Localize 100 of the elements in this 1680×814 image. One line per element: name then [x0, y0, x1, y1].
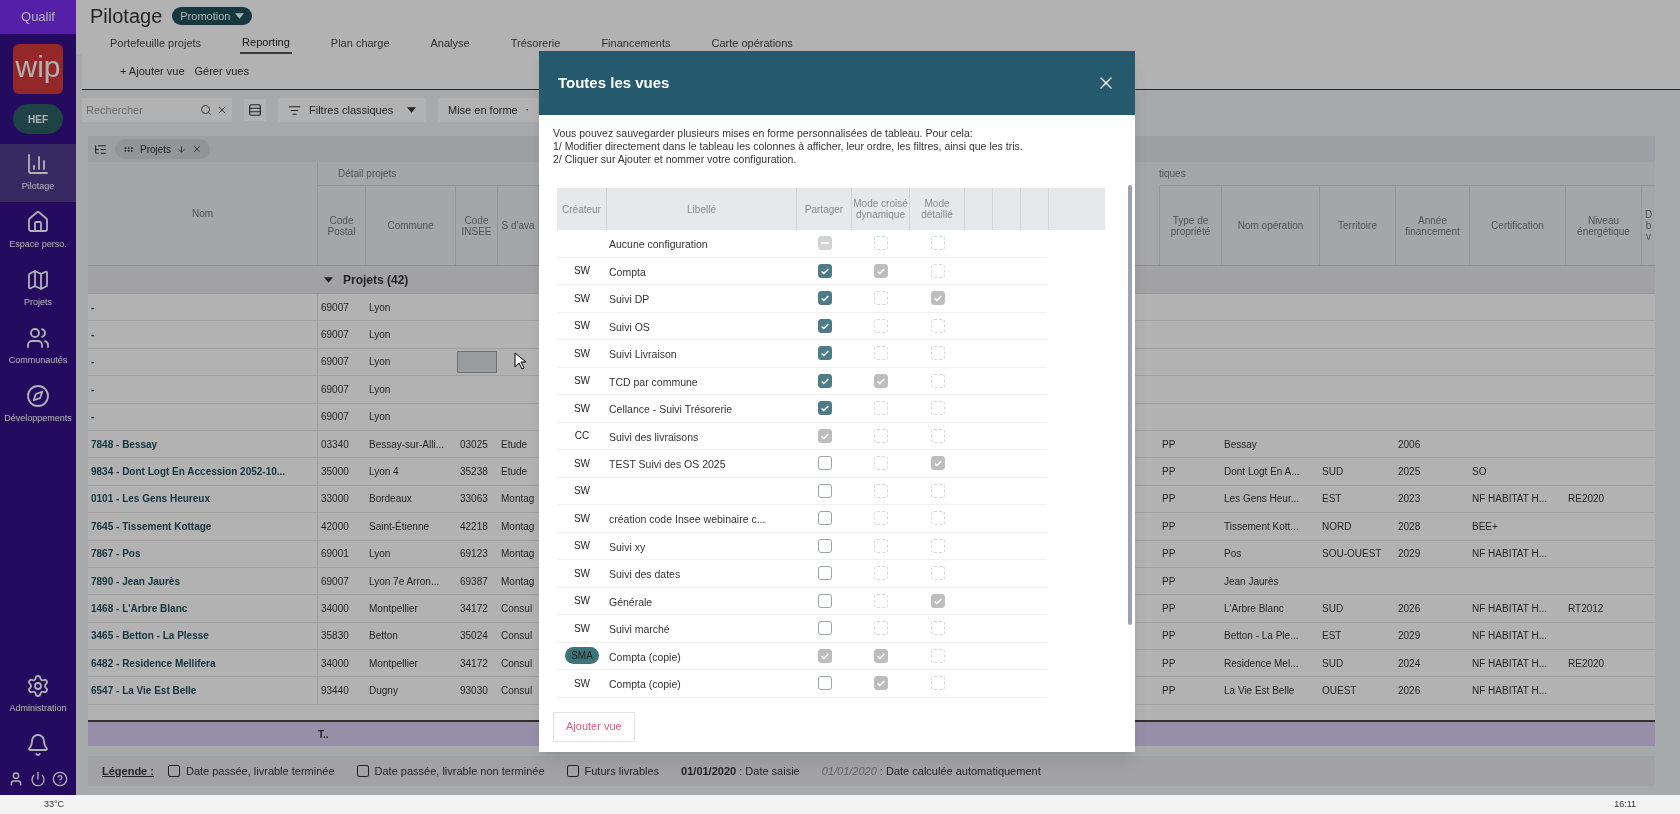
table-cell-text: 2025	[1398, 465, 1421, 480]
table-cell-text: 2028	[1398, 519, 1421, 534]
table-cell-text: NF HABITAT H...	[1472, 629, 1547, 644]
creator-initials: SW	[572, 621, 592, 636]
table-cell-text: 35024	[459, 629, 489, 644]
table-cell-text: 69007	[321, 300, 349, 315]
legend-label: Futurs livrables	[584, 763, 660, 779]
group-label: Projets (42)	[343, 271, 409, 289]
table-cell-text: Consul	[501, 629, 533, 644]
table-cell-text: PP	[1162, 574, 1176, 589]
table-cell-text: 69001	[321, 547, 349, 562]
table-cell-text: Etude	[501, 437, 528, 452]
weather-temperature: 33°C	[44, 797, 65, 811]
table-cell-text: PP	[1162, 519, 1176, 534]
table-cell-text: Jean Jaurès	[1224, 574, 1279, 589]
table-cell-text: 7848 - Bessay	[91, 437, 158, 452]
table-cell-text: 2029	[1398, 629, 1421, 644]
table-cell-text: Bordeaux	[369, 492, 412, 507]
table-cell-text: Les Gens Heur...	[1224, 492, 1300, 507]
table-cell-text: NORD	[1322, 519, 1352, 534]
table-cell-text: 0101 - Les Gens Heureux	[91, 492, 210, 507]
table-cell-text: SUD	[1322, 656, 1344, 671]
table-cell-text: -	[91, 355, 95, 370]
table-cell-text: RT2012	[1568, 602, 1604, 616]
table-cell-text: Montag	[501, 492, 535, 507]
legend-label: 01/01/2020 : Date saisie	[681, 763, 800, 779]
creator-initials: SW	[572, 511, 592, 526]
table-cell-text: Lyon	[369, 547, 391, 562]
table-cell-text: 93030	[459, 684, 489, 699]
table-cell-text: RE2020	[1568, 656, 1605, 671]
creator-initials: SMA	[565, 647, 599, 665]
table-cell-text: Lyon	[369, 382, 391, 397]
creator-initials: SW	[572, 319, 592, 334]
creator-initials: SW	[572, 594, 592, 609]
creator-initials: SW	[572, 676, 592, 691]
taskbar-clock: 16:11	[1614, 797, 1636, 811]
table-cell-text: PP	[1162, 684, 1176, 699]
table-cell-text: PP	[1162, 492, 1176, 507]
table-cell-text: 69007	[321, 382, 349, 397]
table-cell-text: Lyon 4	[369, 465, 399, 480]
table-cell-text: 2029	[1398, 547, 1421, 562]
dialog-title: Toutes les vues	[558, 72, 670, 93]
table-cell-text: 69007	[321, 355, 349, 370]
table-cell-text: PP	[1162, 465, 1176, 480]
table-cell-text: -	[91, 300, 95, 315]
table-cell-text: Etude	[501, 465, 528, 480]
table-cell-text: Consul	[501, 602, 533, 616]
table-cell-text: RE2020	[1568, 492, 1605, 507]
environment-label: Qualif	[0, 0, 76, 34]
table-cell-text: Betton - La Ple...	[1224, 629, 1299, 644]
legend-label: Date passée, livrable terminée	[185, 763, 335, 779]
table-cell-text: 42000	[321, 519, 349, 534]
table-cell-text: SO	[1472, 465, 1487, 480]
creator-initials: CC	[573, 429, 591, 444]
table-cell-text: 33063	[459, 492, 489, 507]
table-cell-text: PP	[1162, 547, 1176, 562]
table-cell-text: 2006	[1398, 437, 1421, 452]
table-cell-text: Dont Logt En A...	[1224, 465, 1300, 480]
table-cell-text: NF HABITAT H...	[1472, 684, 1547, 699]
table-cell-text: 7867 - Pos	[91, 547, 141, 562]
creator-initials: SW	[572, 346, 592, 361]
table-cell-text: Tissement Kott...	[1224, 519, 1299, 534]
table-cell-text: Montpellier	[369, 602, 418, 616]
table-cell-text: 69123	[459, 547, 489, 562]
creator-initials: SW	[572, 401, 592, 416]
table-cell-text: BEE+	[1472, 519, 1498, 534]
creator-initials: SW	[572, 264, 592, 279]
table-cell-text: Montag	[501, 574, 535, 589]
table-cell-text: SOU-OUEST	[1322, 547, 1382, 562]
table-cell-text: 35238	[459, 465, 489, 480]
table-cell-text: Betton	[369, 629, 398, 644]
table-cell-text: 1468 - L'Arbre Blanc	[91, 602, 188, 616]
table-cell-text: PP	[1162, 656, 1176, 671]
table-cell-text: 34000	[321, 656, 349, 671]
table-cell-text: Lyon 7e Arron...	[369, 574, 440, 589]
table-cell-text: -	[91, 328, 95, 343]
table-cell-text: Montag	[501, 519, 535, 534]
table-cell-text: SUD	[1322, 602, 1344, 616]
table-cell-text: Dugny	[369, 684, 398, 699]
table-cell-text: 2026	[1398, 602, 1421, 616]
legend-title: Légende :	[102, 763, 154, 779]
column-group-header: Détail projets	[338, 167, 397, 181]
table-cell-text: Montpellier	[369, 656, 418, 671]
creator-initials: SW	[572, 539, 592, 554]
table-cell-text: NF HABITAT H...	[1472, 547, 1547, 562]
table-cell-text: 6547 - La Vie Est Belle	[91, 684, 197, 699]
table-cell-text: NF HABITAT H...	[1472, 492, 1547, 507]
table-cell-text: PP	[1162, 437, 1176, 452]
table-cell-text: 35830	[321, 629, 349, 644]
table-cell-text: 3465 - Betton - La Plesse	[91, 629, 209, 644]
table-cell-text: 69007	[321, 328, 349, 343]
table-cell-text: Bessay-sur-Alli...	[369, 437, 444, 452]
table-cell-text: -	[91, 382, 95, 397]
table-cell-text: PP	[1162, 602, 1176, 616]
table-cell-text: EST	[1322, 629, 1342, 644]
creator-initials: SW	[572, 484, 592, 499]
table-cell-text: 7890 - Jean Jaurès	[91, 574, 180, 589]
table-cell-text: 03340	[321, 437, 349, 452]
table-cell-text: 42218	[459, 519, 489, 534]
legend-label: 01/01/2020 : Date calculée automatiquement	[821, 763, 1041, 779]
